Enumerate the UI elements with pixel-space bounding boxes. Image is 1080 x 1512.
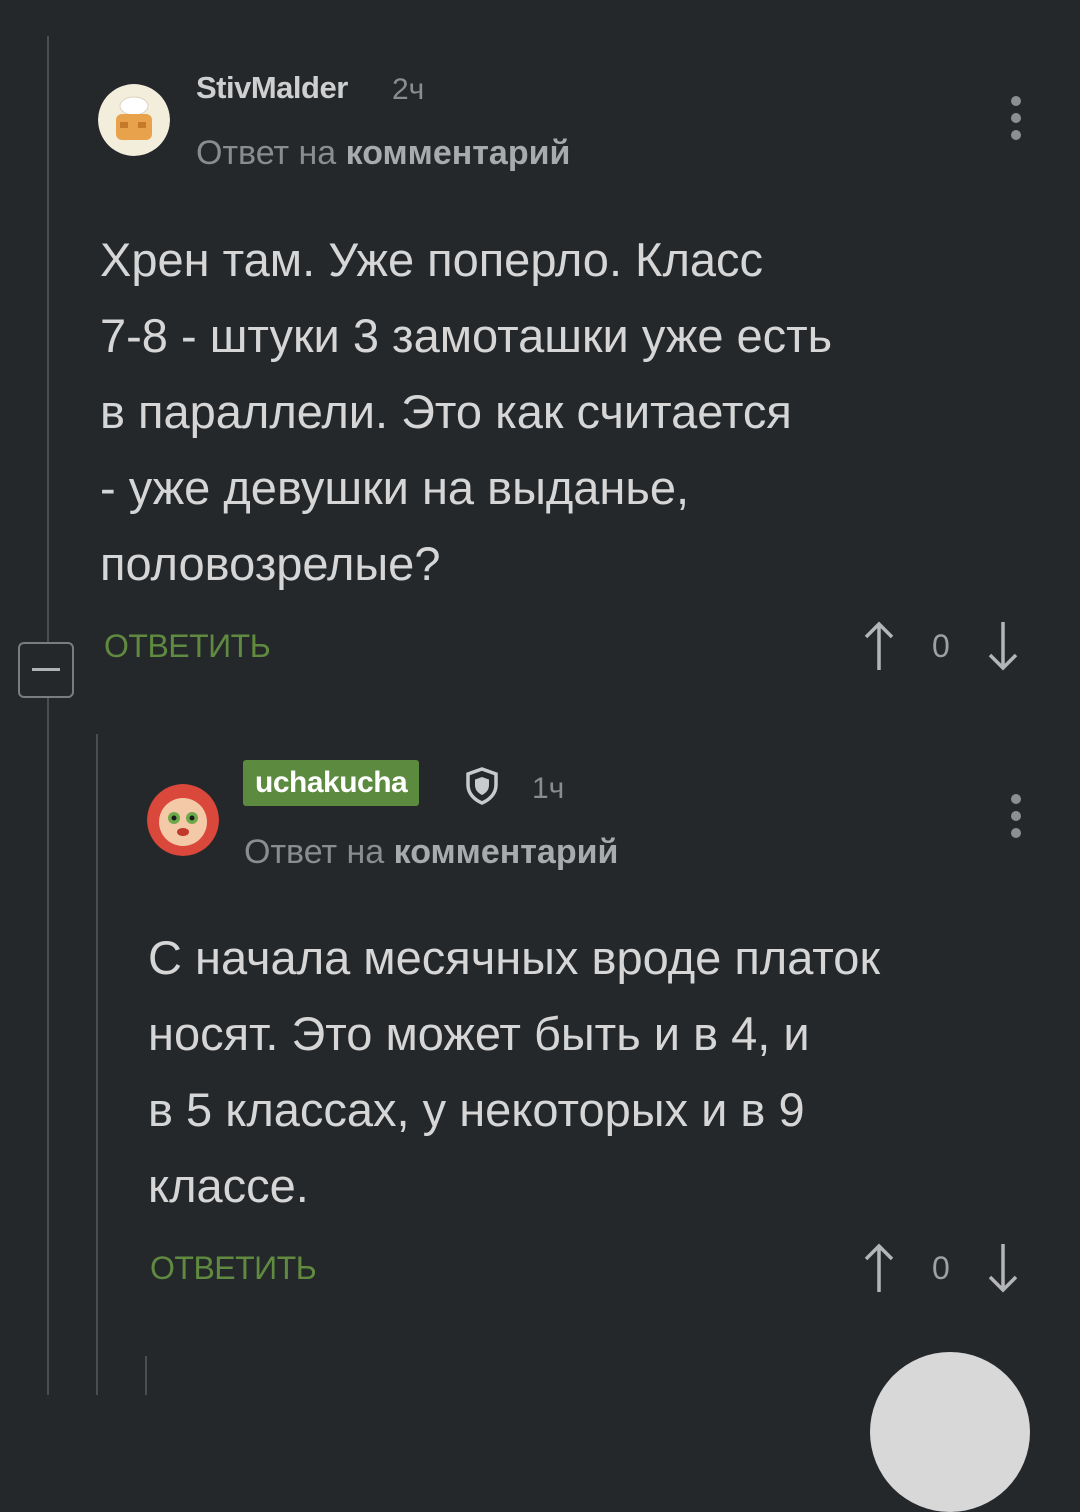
timestamp: 1ч [532, 772, 565, 805]
reply-to-line: Ответ на комментарий [244, 833, 618, 872]
reply-prefix: Ответ на [244, 833, 385, 871]
comment-2: uchakucha 1ч Ответ на комментарий С нача… [0, 0, 1080, 1320]
floating-action-button[interactable] [870, 1352, 1030, 1512]
reply-target-link[interactable]: комментарий [394, 833, 619, 871]
thread-line-level-3 [145, 1356, 147, 1395]
avatar[interactable] [147, 784, 219, 856]
downvote-icon[interactable] [986, 1242, 1020, 1294]
username-badge[interactable]: uchakucha [243, 760, 420, 806]
shield-icon [464, 766, 500, 811]
vote-controls: 0 [862, 1242, 1020, 1294]
more-options-icon[interactable] [1008, 794, 1024, 844]
reply-button[interactable]: ОТВЕТИТЬ [150, 1250, 317, 1287]
upvote-icon[interactable] [862, 1242, 896, 1294]
comment-body: С начала месячных вроде платок носят. Эт… [148, 931, 881, 1212]
vote-score: 0 [932, 1249, 950, 1286]
